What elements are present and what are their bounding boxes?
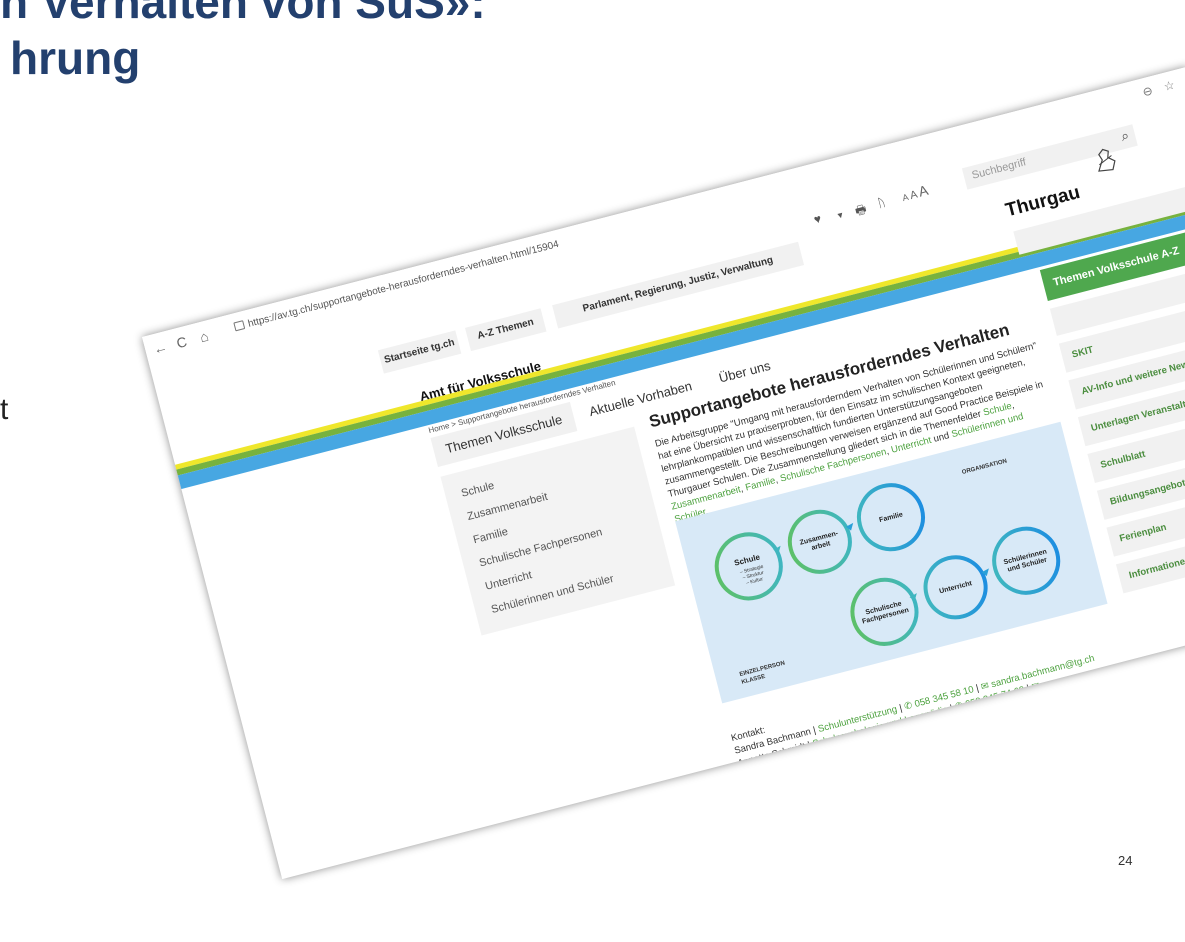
bookmark-star-icon[interactable]: ☆ bbox=[1162, 78, 1176, 94]
phone-icon: ✆ bbox=[953, 700, 965, 713]
font-size-large[interactable]: A bbox=[917, 182, 930, 200]
search-placeholder: Suchbegriff bbox=[970, 156, 1028, 182]
slide-page-number: 24 bbox=[1118, 853, 1133, 868]
chevron-down-icon[interactable]: ▾ bbox=[837, 210, 845, 222]
mail-icon: ✉ bbox=[979, 680, 991, 693]
diagram-axis-label: ORGANISATION bbox=[961, 458, 1007, 475]
font-size-control[interactable]: AAA bbox=[900, 181, 932, 206]
diagram-label: Unterricht bbox=[939, 580, 974, 595]
print-icon[interactable]: 🖶 bbox=[853, 200, 869, 223]
side-menu: Schule Zusammenarbeit Familie Schulische… bbox=[440, 426, 676, 636]
sitemap-icon[interactable]: ᚢ bbox=[876, 195, 886, 210]
browser-screenshot: ← C ⌂ https://av.tg.ch/supportangebote-h… bbox=[142, 66, 1185, 880]
back-icon[interactable]: ← bbox=[151, 338, 169, 357]
font-size-small[interactable]: A bbox=[901, 192, 909, 203]
phone-icon: ✆ bbox=[903, 700, 914, 713]
mail-icon: ✉ bbox=[1030, 680, 1042, 694]
tab-az-themen[interactable]: A-Z Themen bbox=[464, 308, 547, 352]
address-bar[interactable]: https://av.tg.ch/supportangebote-herausf… bbox=[226, 99, 1084, 340]
reader-mode-icon[interactable]: ⊖ bbox=[1141, 83, 1154, 99]
tab-startseite[interactable]: Startseite tg.ch bbox=[377, 330, 462, 374]
lock-icon bbox=[233, 320, 246, 332]
reload-icon[interactable]: C bbox=[175, 333, 189, 351]
heart-icon[interactable]: ♥ bbox=[812, 211, 822, 226]
slide-title: n Verhalten von SuS»: bbox=[0, 0, 486, 28]
slide-body-fragment: t bbox=[0, 393, 9, 426]
slide-title-line2: hrung bbox=[10, 32, 141, 84]
diagram-label: Familie bbox=[879, 511, 904, 524]
search-icon[interactable]: ⌕ bbox=[1119, 127, 1131, 145]
home-icon[interactable]: ⌂ bbox=[198, 328, 210, 346]
